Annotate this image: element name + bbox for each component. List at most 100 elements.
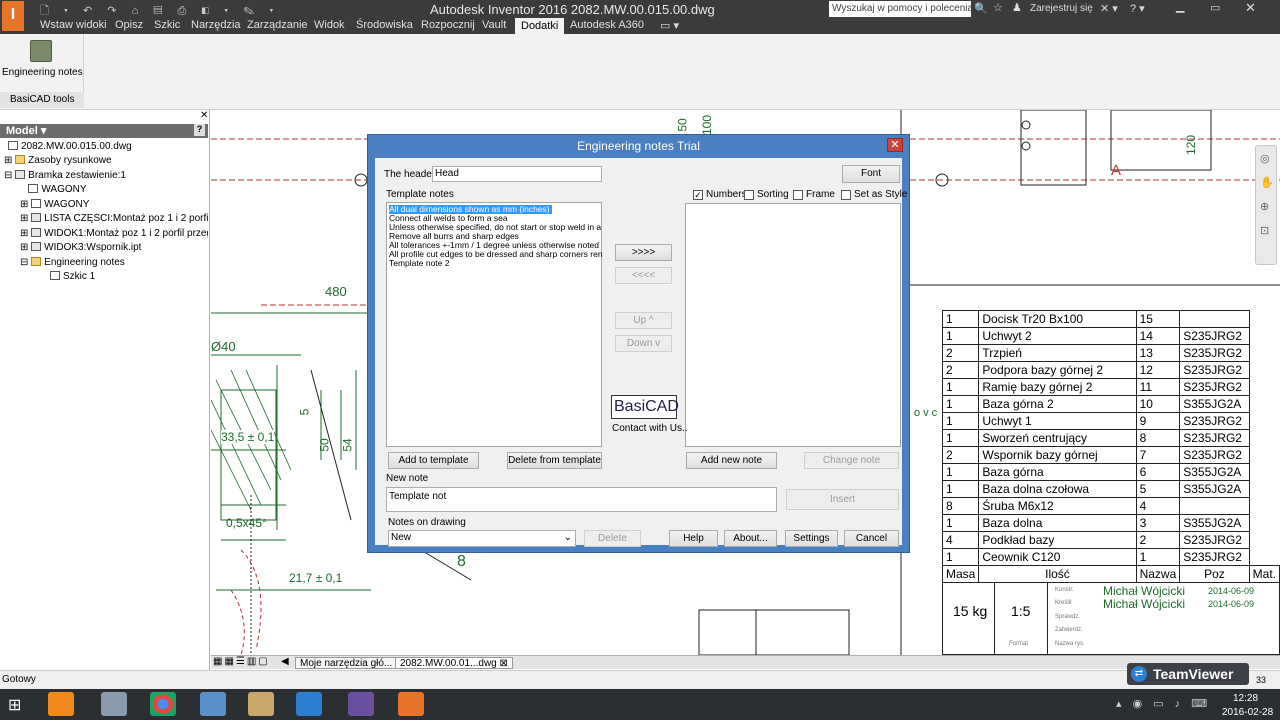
search-icon[interactable]: 🔍 [974,2,988,15]
basicad-logo[interactable]: BasiCAD [611,395,679,419]
sketch-icon [50,271,60,280]
help-icon[interactable]: ? ▾ [1130,2,1145,15]
maximize-icon[interactable]: ▭ [1210,1,1220,14]
pan-icon[interactable]: ✋ [1260,176,1274,189]
about-button[interactable]: About... [724,530,777,547]
navigation-bar[interactable]: ◎ ✋ ⊕ ⊡ [1255,145,1277,265]
calculator-icon[interactable] [101,692,127,716]
help-search-input[interactable]: Wyszukaj w pomocy i polecenia [829,1,971,17]
add-to-template-button[interactable]: Add to template [388,452,479,469]
network-icon[interactable] [200,692,226,716]
tab-zarzadzanie[interactable]: Zarządzanie [247,19,308,34]
template-notes-list[interactable]: All dual dimensions shown as mm (inches)… [386,202,603,447]
up-button[interactable]: Up ^ [615,312,672,329]
tab-dodatki[interactable]: Dodatki [515,18,565,34]
table-cell: Baza dolna czołowa [978,480,1137,498]
chevron-down-icon: ⌄ [563,532,572,543]
tab-opisz[interactable]: Opisz [115,19,143,34]
engineering-notes-button[interactable]: Engineering notes [2,67,83,78]
teamviewer-badge[interactable]: ⇄ TeamViewer [1127,663,1249,685]
tab-rozpocznij[interactable]: Rozpocznij [421,19,475,34]
user-icon[interactable]: ♟ [1012,1,1022,14]
tree-item-wagony-2[interactable]: ⊞ WAGONY [20,199,89,210]
browser-close-icon[interactable]: ✕ [200,110,208,121]
tab-vault[interactable]: Vault [482,19,506,34]
engineering-notes-icon[interactable] [30,40,52,62]
tree-item-wagony-1[interactable]: WAGONY [20,184,87,195]
insert-button[interactable]: Insert [786,489,899,510]
cart-icon[interactable]: ✕ ▾ [1100,2,1118,15]
tree-item-sketch[interactable]: Szkic 1 [50,271,95,282]
doc-tab-drawing[interactable]: 2082.MW.00.01...dwg ⊠ [395,657,513,669]
set-as-style-checkbox[interactable] [841,190,851,200]
tree-item-view1[interactable]: ⊞ WIDOK1:Montaż poz 1 i 2 porfil przegro… [20,228,208,239]
tree-item-resources[interactable]: ⊞ Zasoby rysunkowe [4,155,112,166]
template-notes-label: Template notes [386,189,454,200]
tree-item-view3[interactable]: ⊞ WIDOK3:Wspornik.ipt [20,242,141,253]
tab-nav-arrow[interactable]: ◀ [281,656,289,667]
tab-a360[interactable]: Autodesk A360 [570,19,644,34]
tab-srodowiska[interactable]: Środowiska [356,19,413,34]
tb-label-konstr: Konstr. [1055,587,1074,593]
table-cell: 6 [1135,463,1181,481]
cancel-button[interactable]: Cancel [844,530,899,547]
tray-icons[interactable]: ▴ ◉ ▭ ♪ ⌨ [1116,697,1211,710]
tab-wstaw-widoki[interactable]: Wstaw widoki [40,19,107,34]
ribbon-toggle-icon[interactable]: ▭ ▾ [660,19,679,34]
drawing-notes-list[interactable] [685,203,901,447]
new-note-input[interactable]: Template not [386,487,777,512]
dialog-close-icon[interactable]: ✕ [887,138,903,152]
close-icon[interactable]: ✕ [1245,0,1256,16]
help-button[interactable]: Help [669,530,718,547]
tree-item-root[interactable]: 2082.MW.00.015.00.dwg [8,141,132,152]
paint-icon[interactable] [248,692,274,716]
zoom-all-icon[interactable]: ⊡ [1260,224,1269,237]
tab-widok[interactable]: Widok [314,19,345,34]
teamviewer-task-icon[interactable] [296,692,322,716]
settings-button[interactable]: Settings [785,530,838,547]
contact-link[interactable]: Contact with Us.. [612,423,688,434]
chrome-icon[interactable] [150,692,176,716]
zoom-window-icon[interactable]: ⊕ [1260,200,1269,213]
header-input[interactable]: Head [432,166,602,182]
tree-item-engineering-notes[interactable]: ⊟ Engineering notes [20,257,125,268]
sorting-checkbox[interactable] [744,190,754,200]
signin-link[interactable]: Zarejestruj się [1030,3,1093,14]
browser-header[interactable]: Model ▾ ? [0,124,208,138]
visual-studio-icon[interactable] [348,692,374,716]
delete-from-template-button[interactable]: Delete from template [507,452,602,469]
sorting-label: Sorting [757,189,789,200]
outlook-icon[interactable] [48,692,74,716]
star-icon[interactable]: ☆ [993,1,1003,14]
table-row: 8 Śruba M6x12 4 [941,497,1280,515]
browser-help-icon[interactable]: ? [194,124,205,136]
inventor-task-icon[interactable] [398,692,424,716]
doc-tab-my-tools[interactable]: Moje narzędzia głó... [295,657,398,669]
sheet-icon [15,170,26,179]
frame-checkbox[interactable] [793,190,803,200]
numbers-label: Numbers [706,189,747,200]
change-note-button[interactable]: Change note [804,452,899,469]
add-new-note-button[interactable]: Add new note [686,452,777,469]
tree-item-sheet[interactable]: ⊟ Bramka zestawienie:1 [4,170,126,181]
down-button[interactable]: Down v [615,335,672,352]
minimize-icon[interactable]: ▁ [1176,0,1184,13]
tab-narzedzia[interactable]: Narzędzia [191,19,241,34]
tb-label-kreslil: Kreślił [1055,600,1072,606]
windows-start-icon[interactable]: ⊞ [8,695,21,715]
notes-on-drawing-select[interactable]: New ⌄ [388,530,576,547]
zoom-icon[interactable]: ◎ [1260,152,1270,165]
tree-item-parts-list[interactable]: ⊞ LISTA CZĘŚCI:Montaż poz 1 i 2 porfil p… [20,213,208,224]
tile-icons[interactable]: ▦▦☰▥▢ [213,656,270,667]
table-cell: 1 [1135,548,1181,566]
delete-button[interactable]: Delete [584,530,641,547]
table-cell: Podkład bazy [978,531,1137,549]
template-note-item[interactable]: Template note 2 [389,259,449,268]
move-right-button[interactable]: >>>> [615,244,672,261]
tab-szkic[interactable]: Szkic [154,19,180,34]
table-cell: Śruba M6x12 [978,497,1137,515]
numbers-checkbox[interactable]: ✓ [693,190,703,200]
font-button[interactable]: Font [842,165,900,183]
app-logo-icon[interactable]: I [2,1,24,31]
move-left-button[interactable]: <<<< [615,267,672,284]
